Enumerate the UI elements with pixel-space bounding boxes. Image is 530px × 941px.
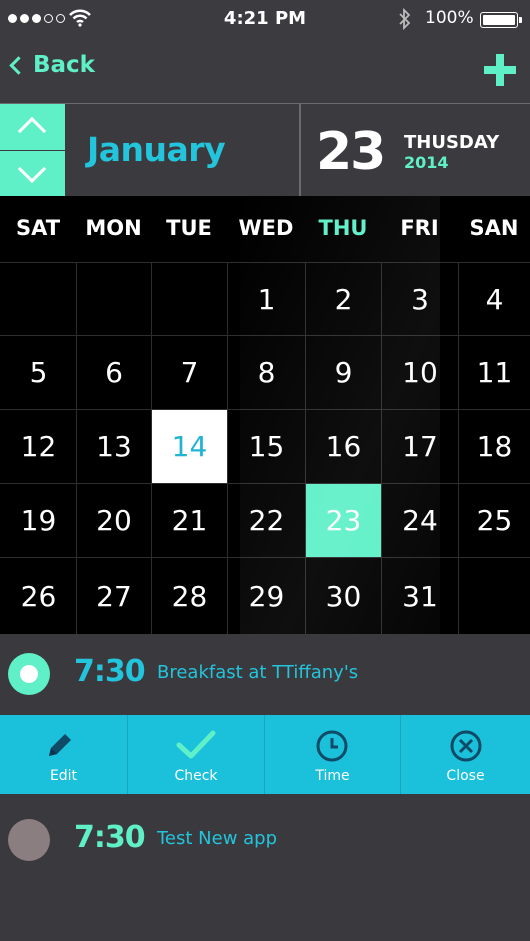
edit-label: Edit [49,768,78,784]
event-action-bar: Edit Check Time Close [0,715,530,794]
day-cell[interactable]: 8 [228,336,305,409]
close-icon [450,730,482,762]
weekday-header-row: SAT MON TUE WED THU FRI SAN [0,196,530,262]
event-item[interactable]: 7:30 Test New app [0,802,530,882]
day-cell[interactable]: 5 [1,336,76,409]
day-cell[interactable]: 30 [306,558,381,634]
event-title: Breakfast at TTiffany's [157,662,359,683]
selected-day-number: 23 [316,122,386,182]
day-cell[interactable]: 11 [459,336,530,409]
battery-icon [480,12,522,28]
day-cell[interactable]: 24 [382,484,458,557]
event-time: 7:30 [74,820,146,855]
day-cell[interactable]: 2 [306,263,381,335]
date-header: January 23 THUSDAY 2014 [0,103,530,197]
event-status-icon[interactable] [8,653,50,695]
day-cell[interactable]: 28 [152,558,227,634]
day-cell[interactable]: 17 [382,410,458,483]
status-bar: 4:21 PM 100% [0,0,530,40]
day-cell[interactable]: 4 [459,263,530,335]
day-cell[interactable]: 21 [152,484,227,557]
day-cell[interactable]: 6 [77,336,151,409]
day-cell[interactable]: 16 [306,410,381,483]
weekday-label: WED [238,216,294,240]
pencil-icon [49,734,71,756]
back-button[interactable]: Back [9,52,95,78]
event-time: 7:30 [74,654,146,689]
clock-icon [316,730,348,762]
time-label: Time [315,768,350,784]
weekday-label: SAN [469,216,519,240]
add-button[interactable] [484,54,516,86]
day-cell[interactable]: 22 [228,484,305,557]
day-cell[interactable]: 7 [152,336,227,409]
day-cell[interactable]: 10 [382,336,458,409]
chevron-down-icon [17,154,47,184]
day-cell[interactable]: 29 [228,558,305,634]
day-cell[interactable]: 12 [1,410,76,483]
header-divider [299,104,301,197]
bluetooth-icon [399,8,411,30]
events-list: 7:30 Breakfast at TTiffany's Edit Check … [0,634,530,941]
edit-button[interactable]: Edit [0,715,127,794]
day-cell[interactable]: 31 [382,558,458,634]
day-cell[interactable]: 3 [382,263,458,335]
check-button[interactable]: Check [128,715,264,794]
next-month-button[interactable] [0,151,65,197]
selected-weekday: THUSDAY [404,132,500,153]
day-cell[interactable]: 13 [77,410,151,483]
weekday-label: FRI [400,216,439,240]
day-cell[interactable]: 14 [152,410,227,483]
calendar-grid: SAT MON TUE WED THU FRI SAN 1 2 3 4 5 6 7 8 9 10 11 12 13 1… [0,196,530,830]
day-cell[interactable]: 23 [306,484,381,557]
day-cell[interactable]: 20 [77,484,151,557]
weekday-label: TUE [166,216,212,240]
previous-month-button[interactable] [0,104,65,150]
day-cell[interactable]: 1 [228,263,305,335]
day-cell[interactable]: 19 [1,484,76,557]
chevron-left-icon [9,56,28,75]
time-button[interactable]: Time [265,715,400,794]
day-cell[interactable]: 27 [77,558,151,634]
month-name: January [87,130,226,169]
weekday-label: MON [85,216,142,240]
nav-bar: Back [0,40,530,102]
event-title: Test New app [157,828,278,849]
battery-percent: 100% [425,8,474,28]
checkmark-icon [176,730,216,759]
check-label: Check [174,768,218,784]
day-cell[interactable]: 25 [459,484,530,557]
day-cell[interactable]: 18 [459,410,530,483]
day-cell[interactable]: 26 [1,558,76,634]
weekday-label: SAT [15,216,61,240]
day-cell[interactable]: 9 [306,336,381,409]
back-label: Back [33,52,95,78]
day-cell[interactable]: 15 [228,410,305,483]
weekday-label: THU [318,216,368,240]
close-button[interactable]: Close [401,715,530,794]
close-label: Close [446,768,485,784]
chevron-up-icon [17,116,47,146]
selected-year: 2014 [404,153,449,172]
event-status-icon[interactable] [8,819,50,861]
event-item[interactable]: 7:30 Breakfast at TTiffany's [0,634,530,714]
